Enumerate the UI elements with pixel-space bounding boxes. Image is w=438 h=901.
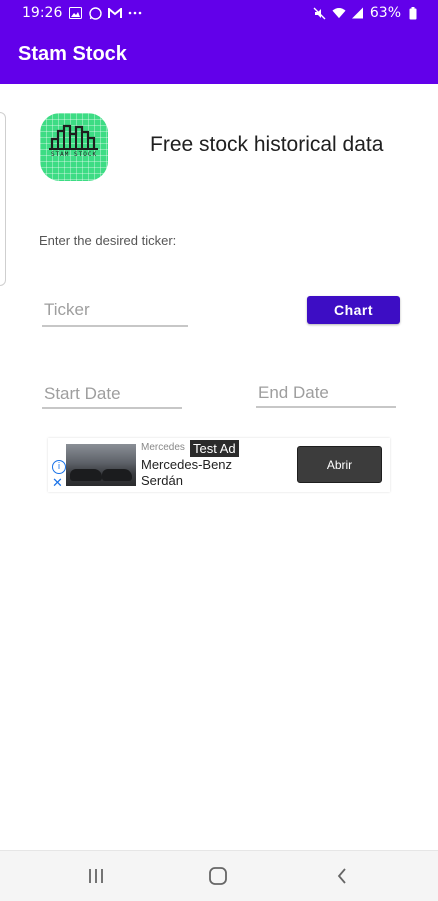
- ticker-underline: [42, 325, 188, 327]
- app-bar: Stam Stock: [0, 28, 438, 84]
- battery-icon: [406, 6, 420, 20]
- ticker-input[interactable]: [42, 299, 184, 321]
- app-title: Stam Stock: [18, 43, 127, 65]
- system-nav-bar: [0, 850, 438, 901]
- status-time: 19:26: [22, 5, 63, 21]
- end-date-input[interactable]: [256, 382, 393, 404]
- recents-button[interactable]: [84, 864, 108, 888]
- ad-car-shape: [70, 469, 102, 481]
- ad-open-button[interactable]: Abrir: [297, 446, 382, 483]
- logo-text: STAM STOCK: [50, 151, 98, 158]
- end-date-underline: [256, 406, 396, 408]
- chart-button[interactable]: Chart: [307, 296, 400, 324]
- ad-image[interactable]: [66, 444, 136, 486]
- app-logo: STAM STOCK: [40, 113, 108, 181]
- whatsapp-icon: [88, 6, 102, 20]
- chart-logo-icon: [49, 124, 98, 150]
- ad-title[interactable]: Mercedes-Benz: [141, 457, 232, 472]
- ticker-prompt: Enter the desired ticker:: [39, 233, 177, 248]
- image-icon: [68, 6, 82, 20]
- signal-icon: [351, 6, 365, 20]
- ad-car-shape: [102, 469, 132, 481]
- start-date-input[interactable]: [42, 383, 179, 405]
- page-headline: Free stock historical data: [150, 133, 384, 156]
- back-icon: [337, 868, 346, 884]
- side-drawer-edge[interactable]: [0, 112, 6, 286]
- home-button[interactable]: [206, 864, 230, 888]
- ad-subtitle[interactable]: Serdán: [141, 473, 183, 488]
- home-icon: [209, 867, 227, 885]
- recents-icon: [89, 869, 103, 883]
- ad-close-icon[interactable]: ✕: [52, 476, 63, 491]
- back-button[interactable]: [330, 864, 354, 888]
- status-left: 19:26: [22, 5, 142, 21]
- status-right: 63%: [313, 5, 420, 21]
- gmail-icon: [108, 6, 123, 20]
- status-bar: 19:26 63%: [0, 0, 438, 28]
- ad-brand: Mercedes: [141, 442, 185, 453]
- ad-banner[interactable]: i ✕ Mercedes Test Ad Mercedes-Benz Serdá…: [48, 438, 390, 492]
- wifi-icon: [332, 6, 346, 20]
- test-ad-badge: Test Ad: [190, 440, 239, 457]
- more-icon: [128, 6, 142, 20]
- mute-icon: [313, 6, 327, 20]
- start-date-underline: [42, 407, 182, 409]
- ad-info-icon[interactable]: i: [52, 460, 66, 474]
- battery-percent: 63%: [369, 5, 401, 21]
